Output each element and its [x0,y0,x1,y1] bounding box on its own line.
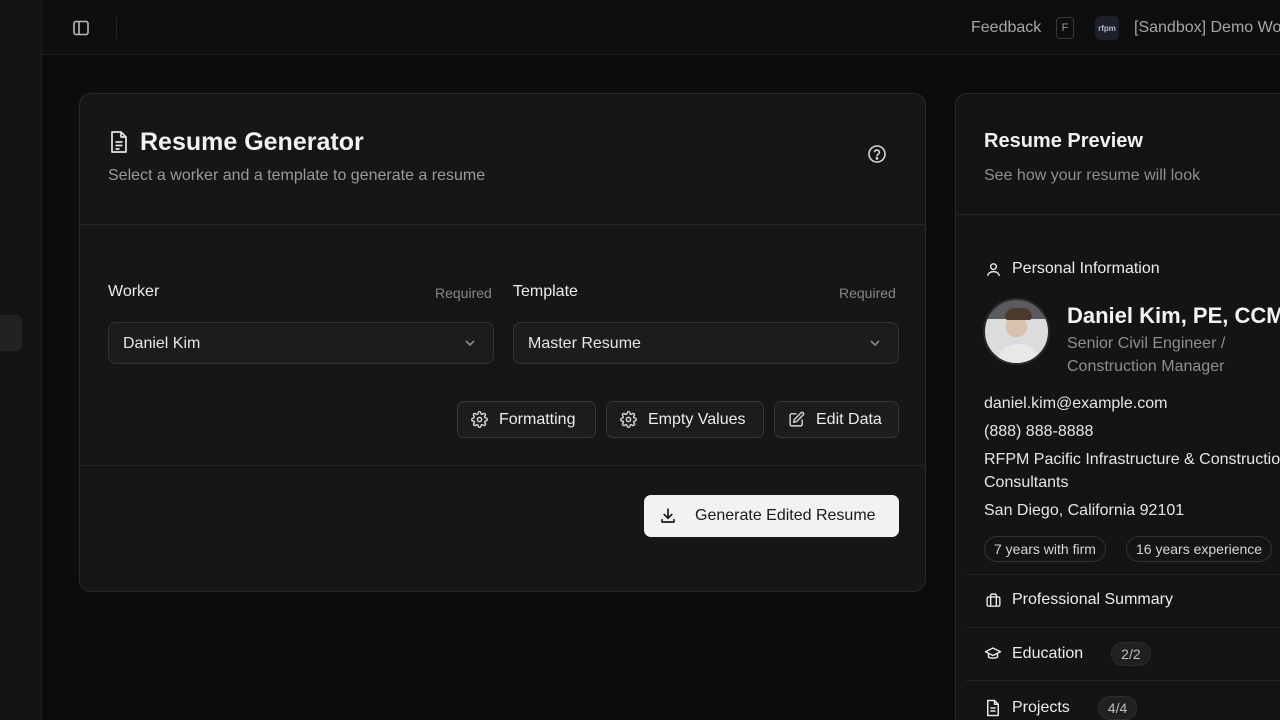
page-title: Resume Generator [140,128,364,156]
empty-values-button[interactable]: Empty Values [606,401,764,438]
top-bar: Feedback F rfpm [Sandbox] Demo Wo [42,0,1280,55]
projects-count-badge: 4/4 [1097,696,1138,720]
person-job-title: Senior Civil Engineer / Construction Man… [1067,335,1226,375]
workspace-logo[interactable]: rfpm [1095,16,1119,40]
user-icon [984,260,1002,278]
gear-icon [471,411,488,428]
gear-icon [620,411,637,428]
topbar-divider [116,17,117,39]
help-circle-icon [868,145,886,163]
chevron-down-icon [870,340,880,347]
person-company-line2: Consultants [984,474,1069,491]
resume-preview-card: Resume Preview See how your resume will … [955,93,1280,720]
edit-data-button[interactable]: Edit Data [774,401,899,438]
preview-title: Resume Preview [984,130,1143,152]
feedback-shortcut-key: F [1056,17,1074,39]
help-button[interactable] [867,144,887,164]
edit-icon [788,411,805,428]
projects-label: Projects [1012,699,1070,716]
person-company-line1: RFPM Pacific Infrastructure & Constructi… [984,451,1280,468]
formatting-button-label: Formatting [499,410,576,428]
section-divider [966,680,1280,681]
actions-divider [80,465,925,466]
feedback-link[interactable]: Feedback [971,17,1041,39]
personal-info-label: Personal Information [1012,260,1160,277]
document-icon [109,130,129,159]
header-divider [80,224,925,225]
person-name: Daniel Kim, PE, CCM [1067,303,1280,328]
education-label: Education [1012,645,1084,662]
worker-select[interactable]: Daniel Kim [108,322,494,364]
empty-values-button-label: Empty Values [648,410,746,428]
worker-required-hint: Required [435,285,492,301]
section-divider [966,574,1280,575]
template-required-hint: Required [839,285,896,301]
personal-info-section-header: Personal Information [984,260,1160,278]
professional-summary-label: Professional Summary [1012,591,1173,608]
workspace-switcher[interactable]: [Sandbox] Demo Wo [1134,17,1280,39]
experience-badge: 16 years experience [1126,536,1273,562]
resume-generator-card: Resume Generator Select a worker and a t… [79,93,926,592]
person-location: San Diego, California 92101 [984,502,1185,519]
worker-label: Worker [108,283,160,300]
briefcase-icon [984,591,1002,609]
template-select-value: Master Resume [528,335,641,352]
person-phone: (888) 888-8888 [984,423,1094,440]
projects-section[interactable]: Projects 4/4 [984,696,1138,720]
template-label: Template [513,283,578,300]
download-icon [659,507,677,525]
preview-header-divider [956,214,1280,215]
sidebar-collapsed [0,0,42,720]
worker-select-value: Daniel Kim [123,335,201,352]
avatar [983,298,1050,365]
page-subtitle: Select a worker and a template to genera… [108,167,486,184]
document-icon [984,699,1002,717]
graduation-cap-icon [984,645,1002,663]
formatting-button[interactable]: Formatting [457,401,596,438]
sidebar-toggle-button[interactable] [70,17,92,39]
panel-left-icon [73,20,89,36]
tenure-badge: 7 years with firm [984,536,1106,562]
sidebar-active-item[interactable] [0,315,22,351]
template-select[interactable]: Master Resume [513,322,899,364]
generate-resume-button-label: Generate Edited Resume [695,507,876,524]
professional-summary-section[interactable]: Professional Summary [984,591,1173,609]
section-divider [966,627,1280,628]
chevron-down-icon [465,340,475,347]
generate-resume-button[interactable]: Generate Edited Resume [644,495,899,537]
edit-data-button-label: Edit Data [816,410,882,428]
person-email: daniel.kim@example.com [984,395,1168,412]
education-section[interactable]: Education 2/2 [984,642,1151,666]
education-count-badge: 2/2 [1111,642,1151,666]
preview-subtitle: See how your resume will look [984,167,1201,184]
